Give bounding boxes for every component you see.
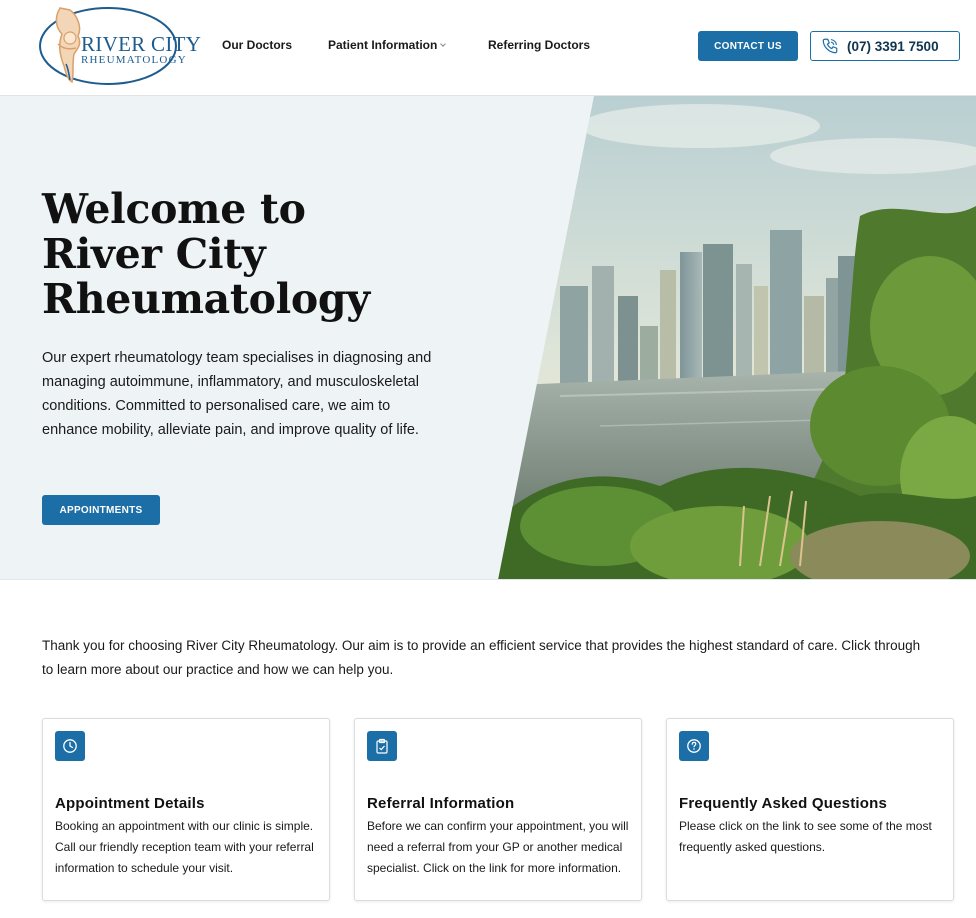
clock-icon — [55, 731, 85, 761]
hero-section: Welcome to River City Rheumatology Our e… — [0, 96, 976, 580]
card-text: Please click on the link to see some of … — [679, 819, 932, 854]
nav-patient-information-label: Patient Information — [328, 38, 438, 52]
card-title: Frequently Asked Questions — [679, 795, 888, 812]
card-title: Appointment Details — [55, 795, 205, 812]
phone-button[interactable]: (07) 3391 7500 — [810, 31, 960, 61]
card-faq[interactable]: Frequently Asked Questions Please click … — [666, 718, 954, 901]
hero-description: Our expert rheumatology team specialises… — [42, 350, 432, 438]
chevron-down-icon — [440, 41, 447, 47]
card-text: Before we can confirm your appointment, … — [367, 819, 629, 875]
contact-us-button[interactable]: CONTACT US — [698, 31, 798, 61]
card-title: Referral Information — [367, 795, 515, 812]
nav-patient-information[interactable]: Patient Information — [328, 38, 447, 52]
intro-text: Thank you for choosing River City Rheuma… — [42, 638, 921, 677]
logo-text-line2: RHEUMATOLOGY — [81, 54, 187, 66]
card-appointment-details[interactable]: Appointment Details Booking an appointme… — [42, 718, 330, 901]
site-header: RIVER CITY RHEUMATOLOGY Our Doctors Pati… — [0, 0, 976, 96]
hero-title-line: Welcome to — [42, 185, 306, 233]
nav-referring-doctors[interactable]: Referring Doctors — [488, 38, 590, 52]
hero-title: Welcome to River City Rheumatology — [42, 187, 370, 322]
card-referral-information[interactable]: Referral Information Before we can confi… — [354, 718, 642, 901]
hero-title-line: Rheumatology — [42, 275, 370, 323]
question-circle-icon — [679, 731, 709, 761]
nav-our-doctors[interactable]: Our Doctors — [222, 38, 292, 52]
site-logo[interactable]: RIVER CITY RHEUMATOLOGY — [38, 4, 201, 86]
phone-number: (07) 3391 7500 — [847, 38, 939, 54]
phone-icon — [822, 38, 838, 54]
hero-title-line: River City — [42, 230, 266, 278]
clipboard-icon — [367, 731, 397, 761]
card-text: Booking an appointment with our clinic i… — [55, 819, 314, 875]
appointments-button[interactable]: APPOINTMENTS — [42, 495, 160, 525]
